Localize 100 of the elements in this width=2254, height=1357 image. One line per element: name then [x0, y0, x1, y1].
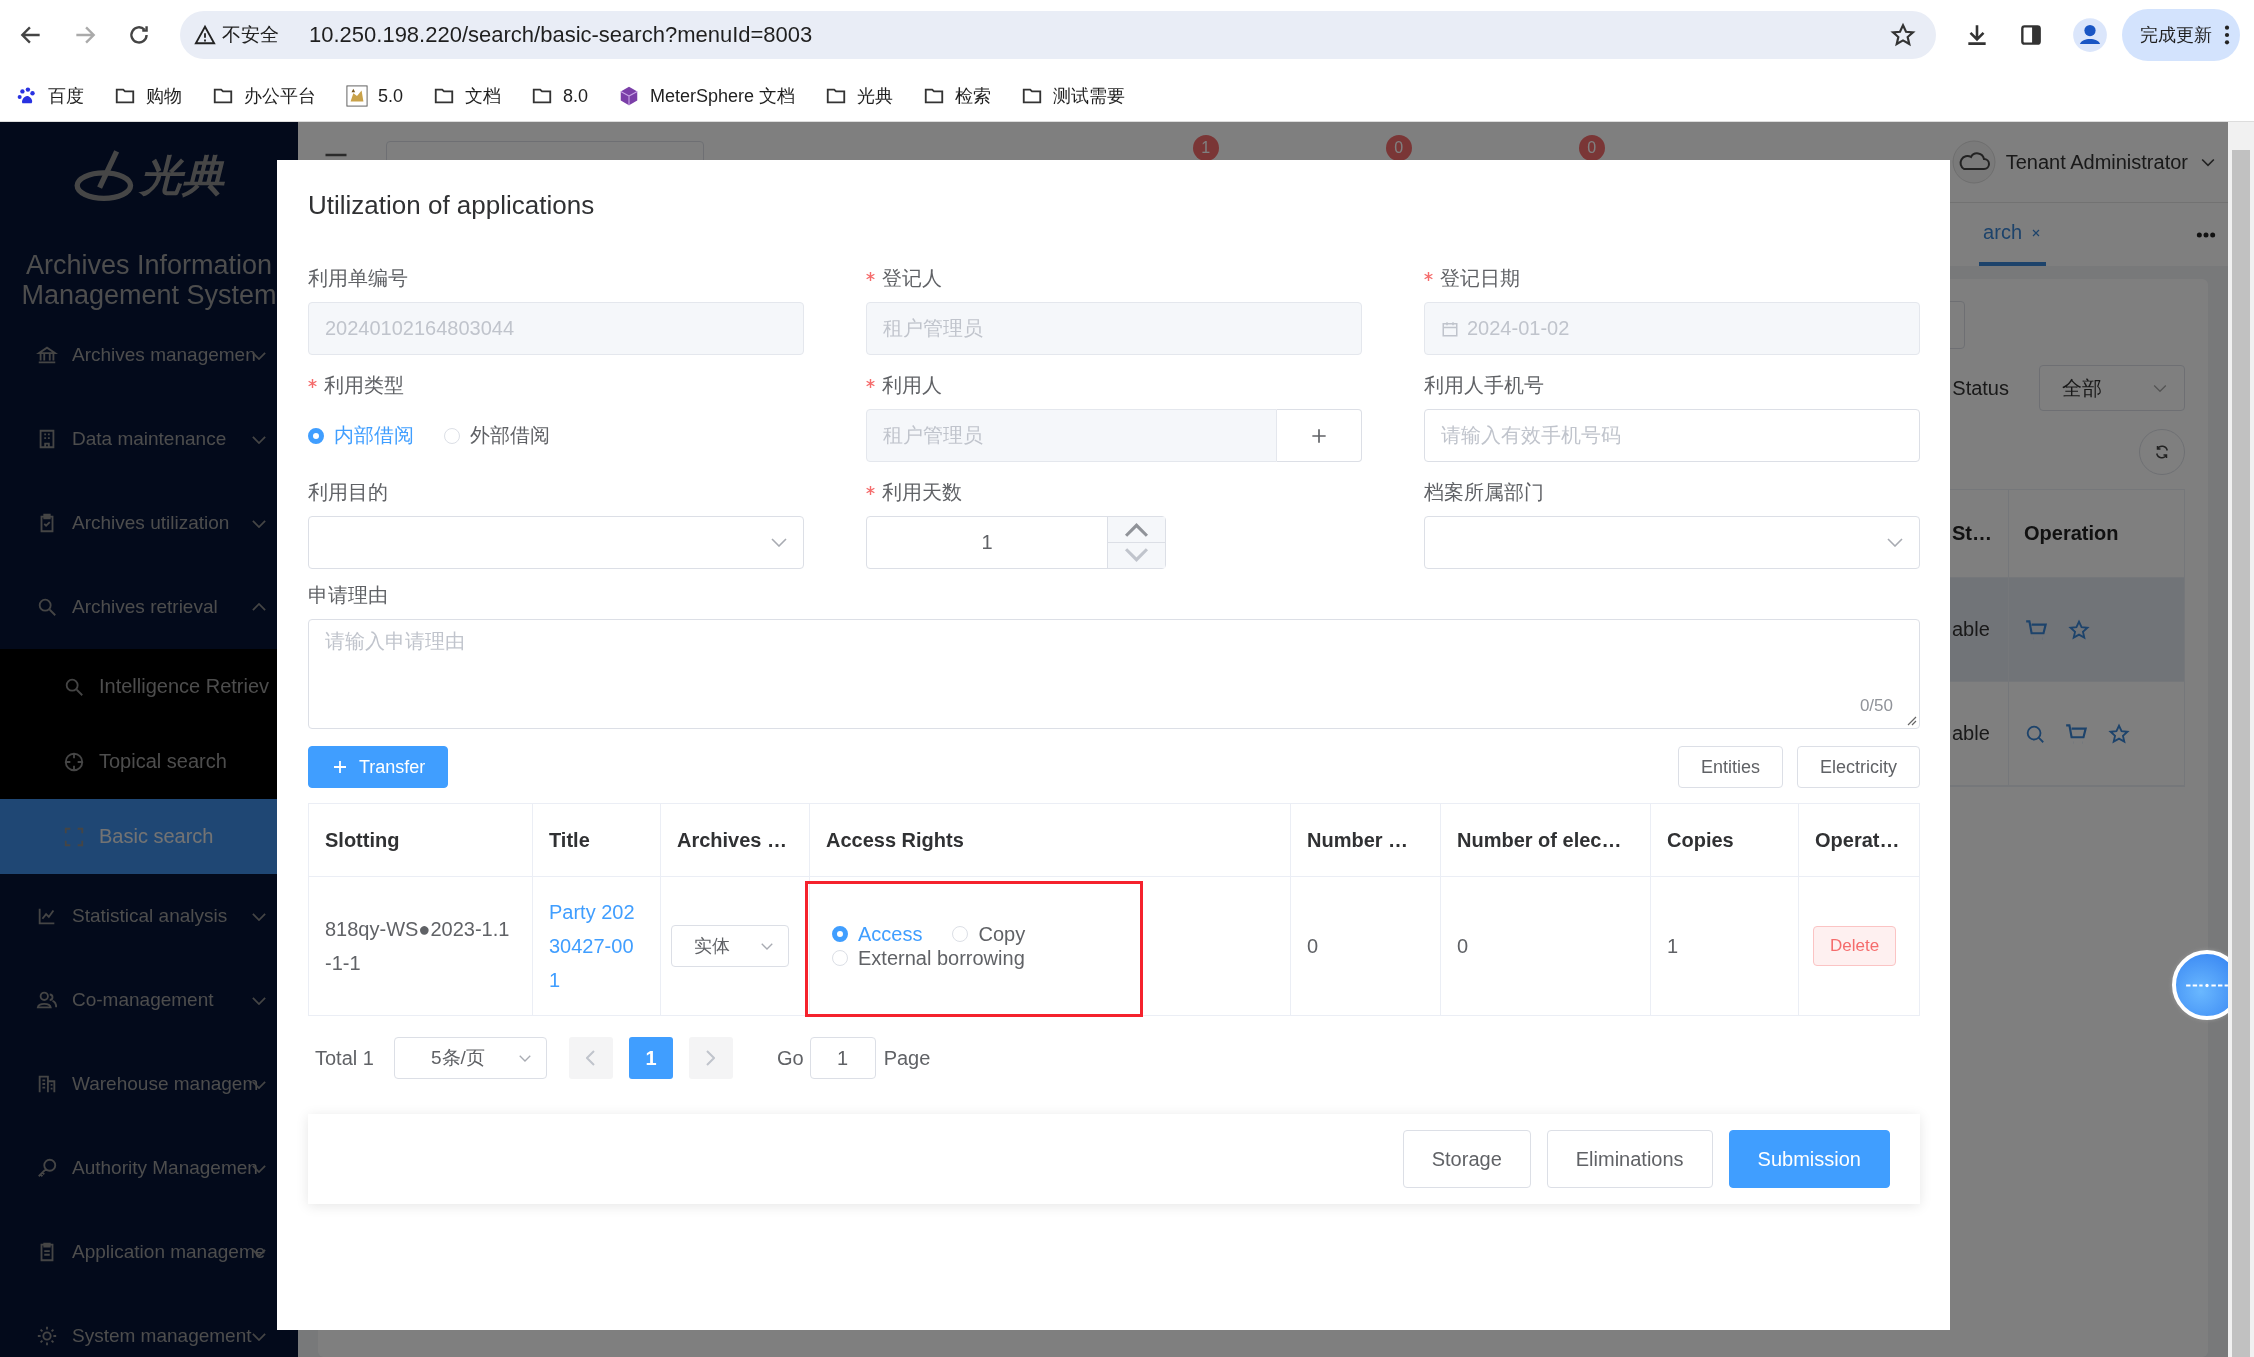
bookmark-link[interactable]: 光典: [825, 84, 894, 108]
chevron-icon: [771, 538, 787, 547]
filter-button[interactable]: Electricity: [1797, 746, 1920, 788]
radio-option[interactable]: 外部借阅: [444, 422, 550, 449]
previous-page-button[interactable]: [568, 1037, 613, 1079]
required-icon: [866, 379, 875, 388]
column-header: Title: [533, 804, 661, 876]
transfer-button[interactable]: Transfer: [308, 746, 449, 788]
menu-item[interactable]: Warehouse managem: [0, 1042, 298, 1126]
page-button[interactable]: 1: [628, 1037, 673, 1079]
plus-icon: [331, 758, 349, 776]
column-header: Number of elec…: [1441, 804, 1651, 876]
radio-option[interactable]: 内部借阅: [308, 422, 414, 449]
status-select[interactable]: 全部: [2039, 365, 2185, 411]
decrement-icon[interactable]: [1108, 542, 1165, 568]
submenu-item[interactable]: Intelligence Retriev: [0, 649, 298, 724]
select-field[interactable]: [308, 516, 804, 569]
count-badge: 0: [1578, 135, 1605, 161]
type-select[interactable]: 实体: [671, 925, 789, 967]
filter-button[interactable]: Entities: [1677, 746, 1783, 788]
column-header: Archives …: [661, 804, 810, 876]
count-badge: 0: [1385, 135, 1412, 161]
menu-item[interactable]: Archives utilization: [0, 481, 298, 565]
bookmark-link[interactable]: 购物: [114, 84, 182, 108]
menu-item[interactable]: Archives managemen: [0, 313, 298, 397]
address-bar[interactable]: 不安全 10.250.198.220/search/basic-search?menuId=8003: [180, 11, 1936, 59]
radio-option[interactable]: Access: [832, 922, 923, 946]
star-icon[interactable]: [1890, 22, 1916, 48]
total-count: Total 1: [315, 1046, 374, 1070]
field-label: 档案所属部门: [1424, 480, 1545, 505]
count-badge: 1: [1192, 135, 1219, 161]
column-header: Number …: [1291, 804, 1441, 876]
update-button[interactable]: 完成更新: [2122, 9, 2240, 61]
footer-button[interactable]: Storage: [1402, 1130, 1531, 1188]
input-field[interactable]: 请输入有效手机号码: [1424, 409, 1920, 462]
bookmark-link[interactable]: 5.0: [346, 85, 404, 107]
reason-textarea[interactable]: 请输入申请理由 0/50: [308, 619, 1920, 729]
refresh-icon: [2153, 443, 2171, 461]
system-name: Archives Information Management System: [20, 249, 278, 312]
bookmark-link[interactable]: 百度: [16, 84, 84, 108]
bookmark-link[interactable]: 测试需要: [1021, 84, 1126, 108]
footer-button[interactable]: Eliminations: [1546, 1130, 1713, 1188]
logo-text: 光典: [140, 151, 224, 201]
star-icon[interactable]: [2108, 722, 2130, 745]
select-field[interactable]: [1424, 516, 1920, 569]
field-label: 利用人: [866, 371, 1362, 399]
field-label: 登记日期: [1424, 264, 1920, 292]
star-icon[interactable]: [2068, 618, 2090, 641]
more-icon[interactable]: [2196, 230, 2216, 239]
menu-item[interactable]: Archives retrieval: [0, 565, 298, 649]
increment-icon[interactable]: [1108, 517, 1165, 542]
column-header: Access Rights: [810, 804, 1291, 876]
more-icon: [2224, 24, 2230, 46]
menu-item[interactable]: Application manageme: [0, 1210, 298, 1294]
goto-label: Go: [776, 1046, 804, 1070]
bookmark-link[interactable]: 办公平台: [212, 84, 316, 108]
refresh-button[interactable]: [2139, 429, 2185, 475]
bookmark-link[interactable]: MeterSphere 文档: [618, 84, 796, 108]
page-size-select[interactable]: 5条/页: [393, 1037, 547, 1079]
status-label: Status: [1952, 376, 2009, 400]
page-input[interactable]: 1: [809, 1037, 876, 1079]
bookmark-link[interactable]: 文档: [433, 84, 502, 108]
menu-item[interactable]: System management: [0, 1294, 298, 1357]
bookmark-link[interactable]: 8.0: [531, 85, 589, 107]
required-icon: [308, 379, 317, 388]
bookmark-link[interactable]: 检索: [923, 84, 992, 108]
footer-button[interactable]: Submission: [1728, 1130, 1890, 1188]
number-field[interactable]: 1: [866, 516, 1166, 569]
delete-button[interactable]: Delete: [1813, 926, 1897, 966]
next-page-button[interactable]: [688, 1037, 733, 1079]
url-text: 10.250.198.220/search/basic-search?menuId=8003: [309, 22, 814, 48]
required-icon: [1424, 272, 1433, 281]
side-panel-icon[interactable]: [2018, 22, 2044, 48]
profile-icon[interactable]: [2072, 17, 2108, 53]
field-label: 利用天数: [866, 478, 1362, 506]
table-cell: 1: [1651, 877, 1799, 1015]
chevron-right-icon: [706, 1050, 716, 1066]
menu-item[interactable]: Statistical analysis: [0, 874, 298, 958]
table-cell: 0: [1441, 877, 1651, 1015]
page-tab[interactable]: arch: [1979, 203, 2046, 266]
field-label: 申请理由: [308, 583, 389, 608]
submenu-icon: [63, 750, 85, 773]
user-menu[interactable]: Tenant Administrator: [1951, 140, 2218, 184]
radio-option[interactable]: External borrowing: [832, 946, 1025, 970]
submenu-item[interactable]: Topical search: [0, 724, 298, 799]
resize-handle-icon[interactable]: [1905, 714, 1917, 726]
submenu-icon: [63, 825, 85, 848]
field-label: 利用单编号: [308, 266, 409, 291]
menu-item[interactable]: Co-management: [0, 958, 298, 1042]
scrollbar[interactable]: [2228, 122, 2254, 1357]
column-header: Copies: [1651, 804, 1799, 876]
page-label: Page: [883, 1046, 931, 1070]
menu-item[interactable]: Authority Managemen: [0, 1126, 298, 1210]
menu-item[interactable]: Data maintenance: [0, 397, 298, 481]
title-link[interactable]: Party 20230427-001: [533, 877, 661, 1015]
column-header: Slotting: [309, 804, 533, 876]
column-header: Operat…: [1814, 828, 1901, 853]
security-label[interactable]: 不安全: [222, 22, 293, 48]
radio-option[interactable]: Copy: [952, 922, 1026, 946]
table-cell: 0: [1291, 877, 1441, 1015]
